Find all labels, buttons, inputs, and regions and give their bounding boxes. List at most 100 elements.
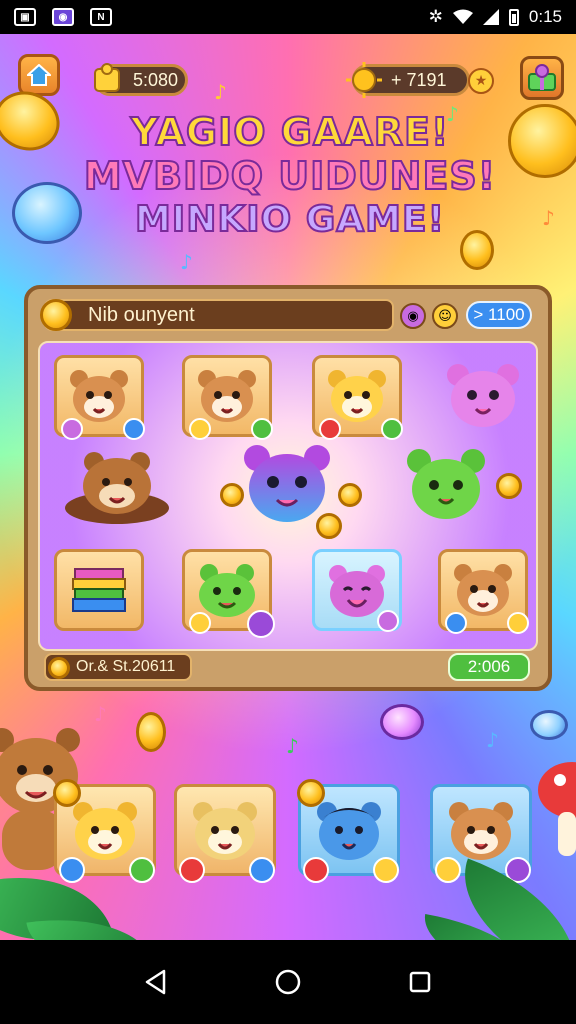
gem-icon (377, 610, 399, 632)
grid-tile[interactable] (312, 549, 402, 632)
power-button[interactable]: ◉ (400, 303, 426, 329)
emoji-button[interactable]: ☺ (432, 303, 458, 329)
floating-coin (380, 704, 424, 740)
gem-icon (189, 612, 211, 634)
board-header: Nib ounyent (40, 299, 394, 331)
coins-counter: + 7191 (346, 62, 470, 98)
gold-coin (338, 483, 362, 507)
grid-tile[interactable] (182, 549, 275, 638)
grid-tile[interactable] (54, 355, 145, 440)
green-bear-icon (407, 449, 485, 519)
floating-coin (136, 712, 166, 752)
gem-icon (303, 857, 329, 883)
music-note-icon: ♪ (486, 728, 499, 752)
back-button[interactable] (136, 962, 176, 1002)
home-icon (27, 64, 51, 86)
wifi-icon (452, 9, 473, 24)
game-board: Nib ounyent ◉ ☺ > 1100 Or.& St.20611 2:0… (24, 285, 552, 691)
blue-bear-icon (317, 802, 381, 860)
lives-value: 5:080 (133, 69, 179, 90)
frog-icon (199, 564, 255, 617)
grid-tile[interactable] (438, 355, 528, 437)
add-coins-button[interactable]: ★ (468, 68, 494, 94)
level-info: Or.& St.20611 (44, 653, 192, 681)
grid-tile[interactable] (62, 447, 172, 529)
battery-icon (508, 8, 519, 26)
gem-icon (381, 418, 403, 440)
level-info-text: Or.& St.20611 (76, 658, 176, 675)
score-badge: > 1100 (466, 301, 532, 329)
home-circle-icon (275, 969, 301, 995)
grid-tile[interactable] (438, 549, 529, 634)
hamster-icon (198, 370, 256, 422)
floating-coin (0, 82, 68, 160)
gem-icon (319, 418, 341, 440)
star-icon: ★ (474, 73, 488, 89)
recents-button[interactable] (400, 962, 440, 1002)
gold-coin (220, 483, 244, 507)
gold-coin (297, 779, 325, 807)
music-note-icon: ♪ (542, 206, 555, 230)
gem-icon (189, 418, 211, 440)
books-icon (72, 568, 126, 612)
title-line-3: MINKIO GAME! (134, 198, 446, 241)
gem-icon (373, 857, 399, 883)
yellow-hamster-icon (328, 370, 386, 422)
app-icon: ◉ (52, 8, 74, 26)
home-button[interactable] (18, 54, 60, 96)
grid-tile[interactable] (54, 549, 144, 631)
gem-icon (247, 610, 275, 638)
notification-icon: N (90, 8, 112, 26)
floating-coin (12, 182, 82, 244)
gift-button[interactable] (520, 56, 564, 100)
game-scene[interactable]: 5:080 + 7191 ★ ♪ ♪ ♪ ♪ ♪ ♪ ♪ YAGIO GAARE… (0, 34, 576, 940)
gem-icon (179, 857, 205, 883)
status-time: 0:15 (528, 7, 562, 26)
bottom-tile[interactable] (430, 784, 532, 883)
title-line-1: YAGIO GAARE! (130, 109, 450, 155)
settings-icon: ✲ (428, 7, 443, 26)
coins-value: + 7191 (391, 69, 447, 90)
board-coin-icon (40, 299, 72, 331)
hamster-icon (449, 802, 513, 860)
mushroom-icon (538, 762, 576, 856)
lives-counter: 5:080 (94, 63, 188, 96)
image-icon: ▣ (14, 8, 36, 26)
sun-coin-icon (346, 62, 382, 98)
timer-badge[interactable]: 2:006 (448, 653, 530, 681)
status-right: ✲ 0:15 (429, 7, 562, 27)
grid-tile[interactable] (312, 355, 403, 440)
board-title: Nib ounyent (88, 304, 195, 326)
purple-bear-icon (447, 364, 519, 427)
power-icon: ◉ (407, 308, 419, 324)
gold-coin (496, 473, 522, 499)
back-icon (145, 969, 166, 995)
music-note-icon: ♪ (286, 734, 299, 758)
puzzle-icon (94, 63, 120, 92)
grid-tile[interactable] (400, 443, 492, 529)
gift-icon (528, 64, 556, 91)
coin-icon (48, 657, 70, 679)
home-nav-button[interactable] (268, 962, 308, 1002)
bottom-tile[interactable] (53, 779, 156, 883)
navigation-bar (0, 940, 576, 1024)
gem-icon (251, 418, 273, 440)
floating-coin (508, 104, 576, 178)
music-note-icon: ♪ (214, 80, 227, 104)
pink-bear-icon (329, 565, 385, 617)
game-topbar: 5:080 + 7191 ★ (0, 48, 576, 100)
gold-coin (53, 779, 81, 807)
game-title: YAGIO GAARE! MVBIDQ UIDUNES! MINKIO GAME… (80, 109, 500, 242)
grid-tile[interactable] (182, 355, 273, 440)
gem-icon (129, 857, 155, 883)
title-line-2: MVBIDQ UIDUNES! (83, 153, 497, 199)
bottom-tile[interactable] (297, 779, 400, 883)
smiley-icon: ☺ (438, 308, 452, 324)
gem-icon (249, 857, 275, 883)
hamster-icon (70, 370, 128, 422)
bottom-tile[interactable] (174, 784, 276, 883)
gem-icon (445, 612, 467, 634)
gem-icon (123, 418, 145, 440)
yellow-hamster-icon (73, 802, 137, 860)
gold-coin (316, 513, 342, 539)
